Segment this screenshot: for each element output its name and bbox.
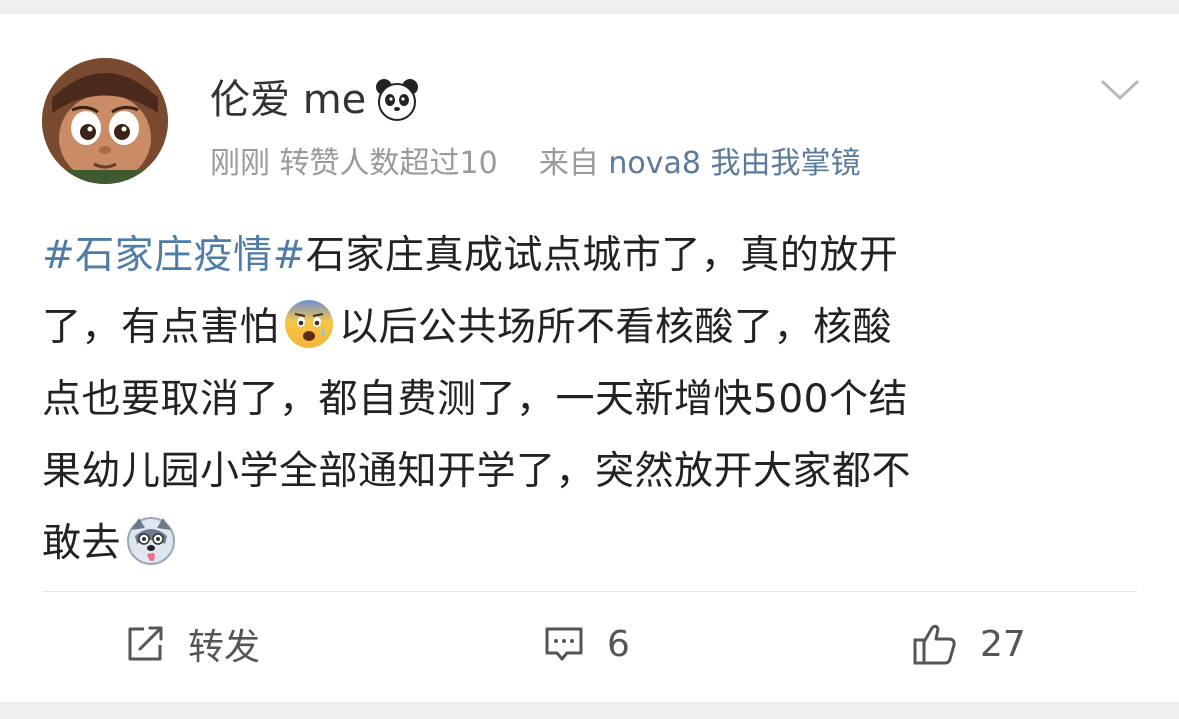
comment-button[interactable]: 6 — [543, 614, 630, 674]
repost-icon — [128, 626, 163, 661]
content-text-3: 以后公共场所不看核酸了，核酸 — [339, 305, 893, 350]
thumbs-up-icon — [913, 624, 956, 665]
hashtag-link[interactable]: #石家庄疫情# — [42, 233, 306, 278]
action-bar: 转发 6 27 — [0, 614, 1179, 674]
content-text-5: 果幼儿园小学全部通知开学了，突然放开大家都不 — [42, 449, 912, 494]
content-text-6: 敢去 — [42, 521, 122, 566]
post-time: 刚刚 — [210, 146, 270, 181]
content-text-2: 了，有点害怕 — [42, 305, 280, 350]
avatar-cartoon-face — [42, 58, 168, 184]
husky-dog-emoji — [127, 517, 176, 565]
panda-icon — [376, 79, 419, 121]
like-button[interactable]: 27 — [912, 614, 1026, 674]
reposts-note: 转赞人数超过10 — [279, 146, 498, 181]
source-prefix: 来自 — [538, 146, 599, 181]
fearful-face-emoji — [285, 300, 334, 348]
content-text-1: 石家庄真成试点城市了，真的放开 — [305, 233, 899, 278]
username-row[interactable]: 伦爱 me — [210, 76, 420, 124]
content-text-4: 点也要取消了，都自费测了，一天新增快500个结 — [42, 377, 908, 422]
username[interactable]: 伦爱 me — [210, 76, 366, 124]
weibo-post-card: 伦爱 me 刚刚 转赞人数超过10 来自 nova8 我由我掌镜 #石家庄疫情#… — [0, 14, 1179, 702]
divider — [42, 591, 1137, 592]
feed-separator — [0, 702, 1179, 719]
repost-label: 转发 — [188, 627, 261, 668]
post-meta: 刚刚 转赞人数超过10 来自 nova8 我由我掌镜 — [210, 144, 861, 184]
repost-button[interactable]: 转发 — [124, 614, 260, 674]
post-content: #石家庄疫情#石家庄真成试点城市了，真的放开 了，有点害怕 以后公共场所不看核酸了… — [42, 220, 1142, 580]
source-link[interactable]: nova8 我由我掌镜 — [608, 146, 860, 181]
chevron-down-icon[interactable] — [1100, 74, 1140, 104]
like-count: 27 — [980, 623, 1026, 665]
comment-count: 6 — [607, 623, 630, 665]
avatar[interactable] — [42, 58, 168, 184]
comment-icon — [545, 627, 583, 661]
